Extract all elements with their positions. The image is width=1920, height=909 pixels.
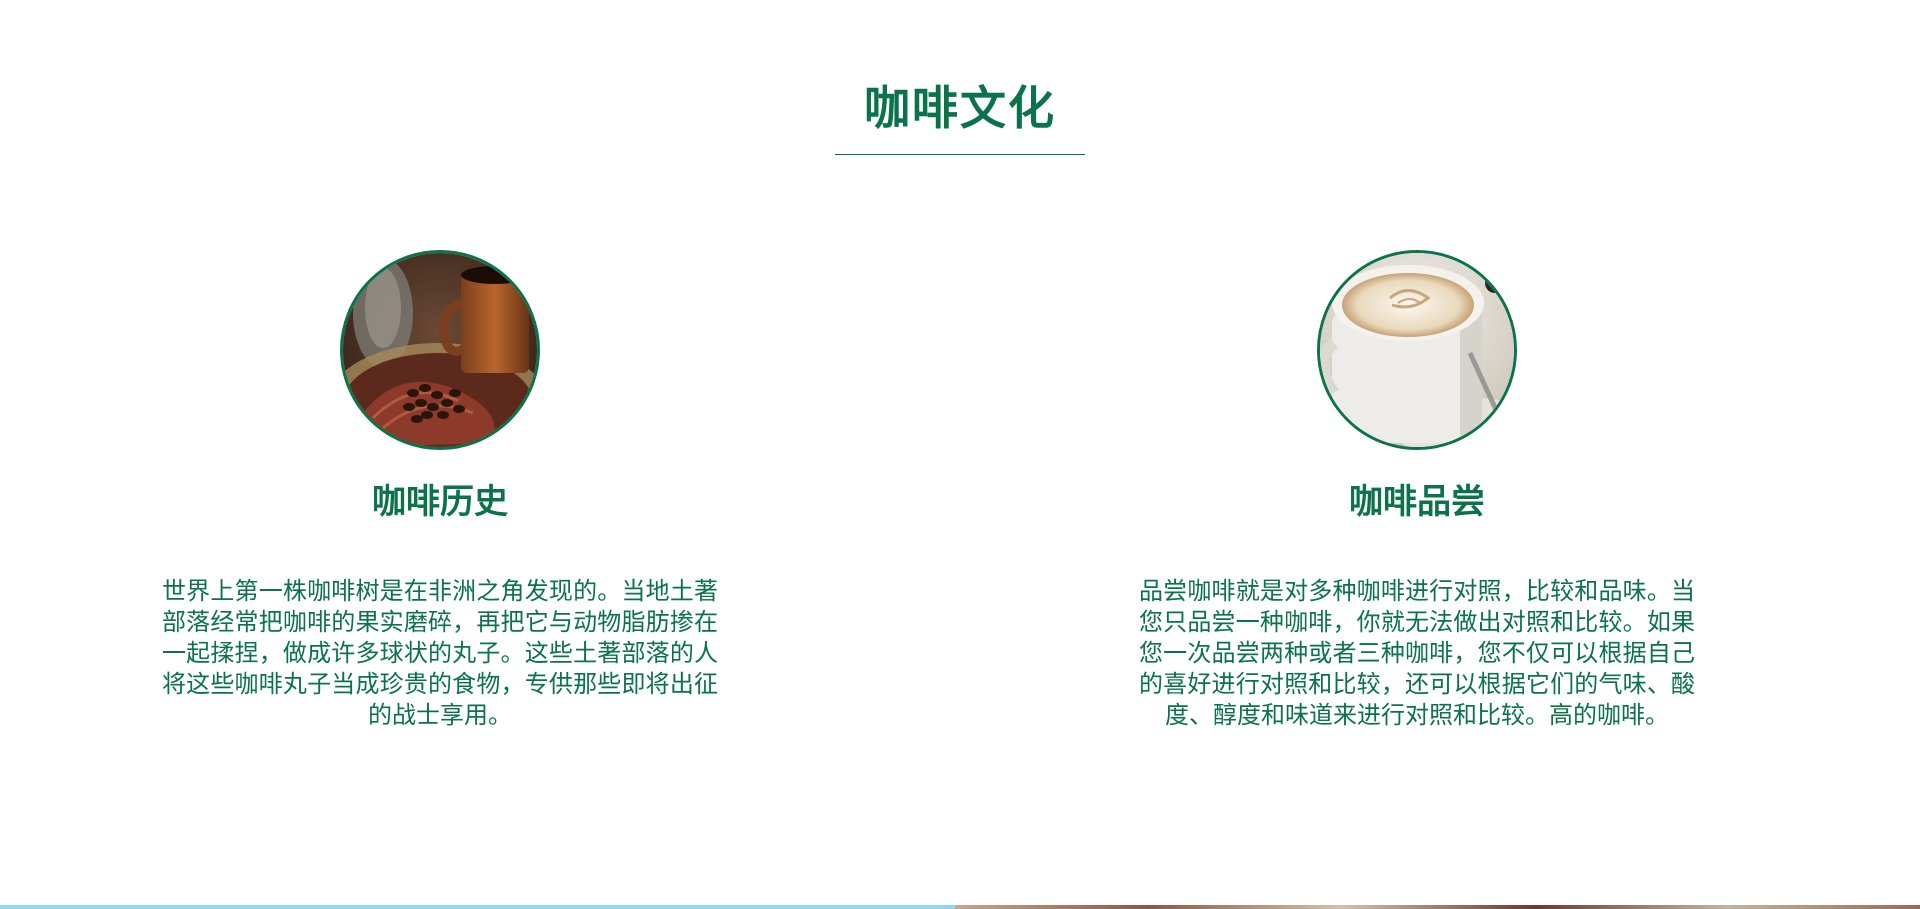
coffee-beans-photo [340,250,540,450]
next-section-edge [0,905,1920,909]
coffee-culture-section: 咖啡文化 咖啡历史 世界上第一株咖啡树是在非洲之角发现的。当地土著部落经常把咖啡… [0,0,1920,909]
card-title: 咖啡历史 [372,482,508,522]
card-coffee-history: 咖啡历史 世界上第一株咖啡树是在非洲之角发现的。当地土著部落经常把咖啡的果实磨碎… [160,250,720,731]
strip-left [0,905,955,909]
card-text: 世界上第一株咖啡树是在非洲之角发现的。当地土著部落经常把咖啡的果实磨碎，再把它与… [162,577,718,729]
card-coffee-tasting: 咖啡品尝 品尝咖啡就是对多种咖啡进行对照，比较和品味。当您只品尝一种咖啡，你就无… [1137,250,1697,731]
cappuccino-photo [1317,250,1517,450]
card-title: 咖啡品尝 [1349,482,1485,522]
title-underline [835,154,1085,155]
card-text: 品尝咖啡就是对多种咖啡进行对照，比较和品味。当您只品尝一种咖啡，你就无法做出对照… [1139,577,1695,729]
strip-right [955,905,1920,909]
section-title: 咖啡文化 [864,81,1056,135]
